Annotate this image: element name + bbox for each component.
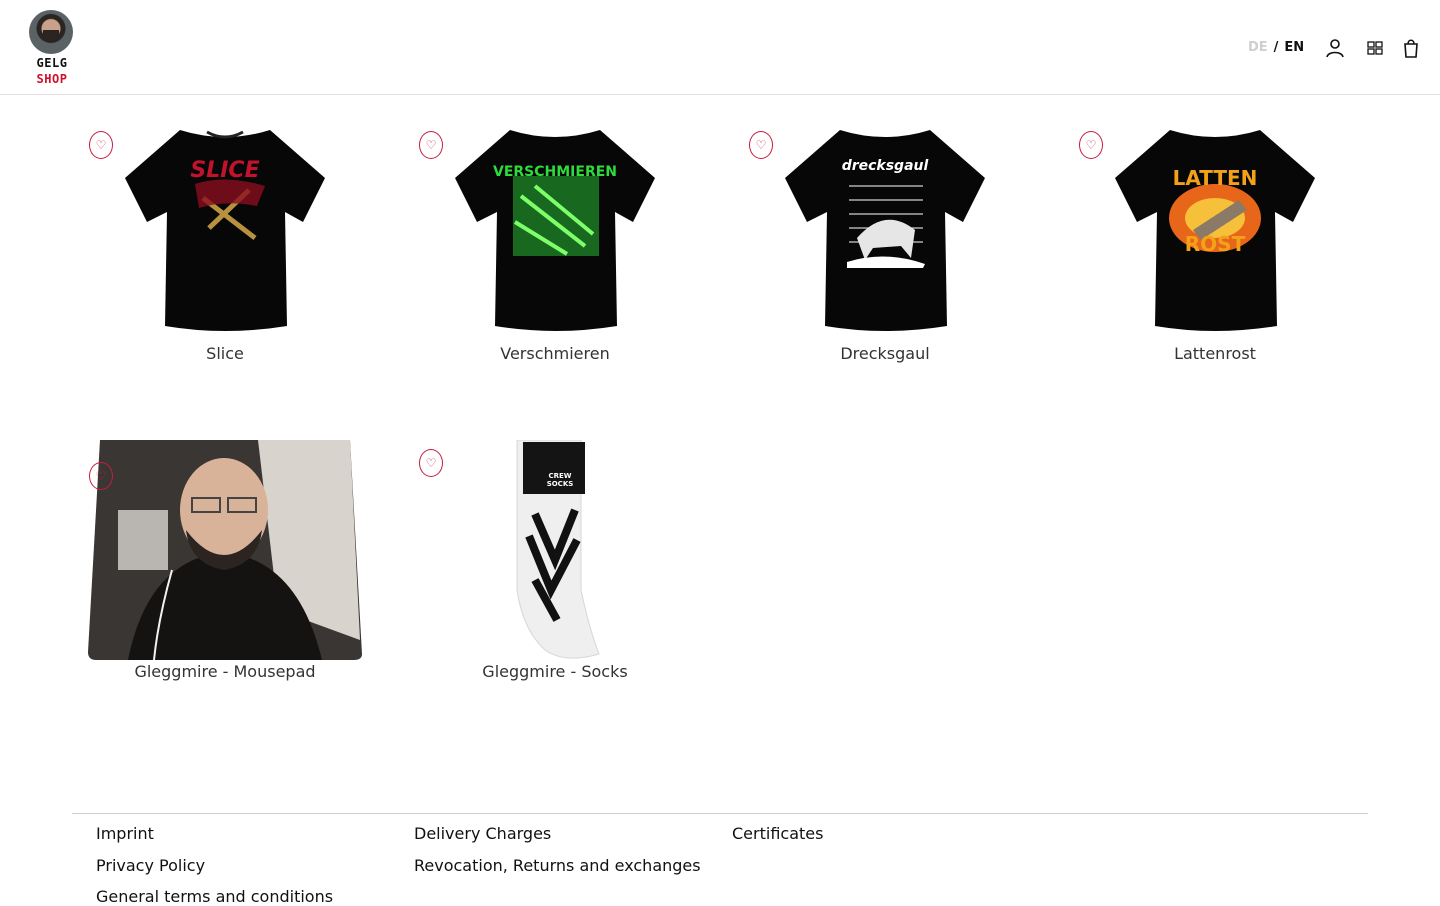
product-image[interactable]: SLICE [88, 126, 362, 342]
product-name[interactable]: Lattenrost [1062, 344, 1368, 363]
product-name[interactable]: Slice [72, 344, 378, 363]
mousepad-image [88, 440, 362, 660]
tshirt-image [785, 130, 985, 331]
tshirt-image [125, 130, 325, 331]
product-card[interactable]: ♡ Gleggmire - Mousepad [72, 436, 378, 696]
wishlist-heart-icon[interactable]: ♡ [419, 131, 443, 159]
product-card[interactable]: ♡ LATTEN ROST Lattenrost [1062, 118, 1368, 378]
footer-link-privacy[interactable]: Privacy Policy [96, 856, 205, 875]
product-card[interactable]: ♡ SLICE Slice [72, 118, 378, 378]
lang-separator: / [1273, 40, 1279, 55]
logo-text-bottom: SHOP [36, 72, 68, 86]
language-switcher: DE / EN [1248, 40, 1304, 55]
product-art-text: LATTEN [1172, 166, 1258, 190]
product-art-text: ROST [1184, 232, 1246, 256]
site-header: GELG SHOP DE / EN [0, 0, 1440, 95]
footer-link-imprint[interactable]: Imprint [96, 824, 154, 843]
grid-icon[interactable] [1364, 36, 1386, 60]
product-name[interactable]: Gleggmire - Socks [402, 662, 708, 681]
product-art-text: VERSCHMIEREN [492, 164, 618, 180]
footer-link-terms[interactable]: General terms and conditions [96, 887, 333, 906]
wishlist-heart-icon[interactable]: ♡ [89, 131, 113, 159]
product-image[interactable]: LATTEN ROST [1078, 126, 1352, 342]
product-art-text: drecksgaul [841, 158, 929, 174]
product-card[interactable]: ♡ VERSCHMIEREN Verschmieren [402, 118, 708, 378]
shop-logo[interactable]: GELG SHOP [27, 10, 77, 90]
product-art-text: CREW SOCKS [546, 472, 574, 488]
user-icon[interactable] [1324, 36, 1346, 60]
product-name[interactable]: Gleggmire - Mousepad [72, 662, 378, 681]
footer-link-certificates[interactable]: Certificates [732, 824, 823, 843]
product-card[interactable]: ♡ CREW SOCKS Gleggmire - Socks [402, 436, 708, 696]
tshirt-image [455, 130, 655, 331]
cart-icon[interactable] [1400, 36, 1422, 60]
footer-link-returns[interactable]: Revocation, Returns and exchanges [414, 856, 701, 875]
product-name[interactable]: Drecksgaul [732, 344, 1038, 363]
logo-text-top: GELG [36, 56, 68, 70]
product-image[interactable]: CREW SOCKS [418, 440, 692, 660]
logo-avatar [29, 10, 73, 54]
wishlist-heart-icon[interactable]: ♡ [419, 449, 443, 477]
product-art-text: SLICE [190, 158, 260, 183]
footer-divider [72, 813, 1368, 814]
product-name[interactable]: Verschmieren [402, 344, 708, 363]
product-image[interactable]: drecksgaul [748, 126, 1022, 342]
wishlist-heart-icon[interactable]: ♡ [1079, 131, 1103, 159]
footer-link-delivery[interactable]: Delivery Charges [414, 824, 551, 843]
product-card[interactable]: ♡ drecksgaul Drecksgaul [732, 118, 1038, 378]
lang-en-link[interactable]: EN [1284, 40, 1304, 55]
wishlist-heart-icon[interactable]: ♡ [89, 462, 113, 490]
tshirt-image [1115, 130, 1315, 331]
wishlist-heart-icon[interactable]: ♡ [749, 131, 773, 159]
lang-de-link[interactable]: DE [1248, 40, 1268, 55]
product-image[interactable]: ♡ [88, 440, 362, 660]
product-image[interactable]: VERSCHMIEREN [418, 126, 692, 342]
